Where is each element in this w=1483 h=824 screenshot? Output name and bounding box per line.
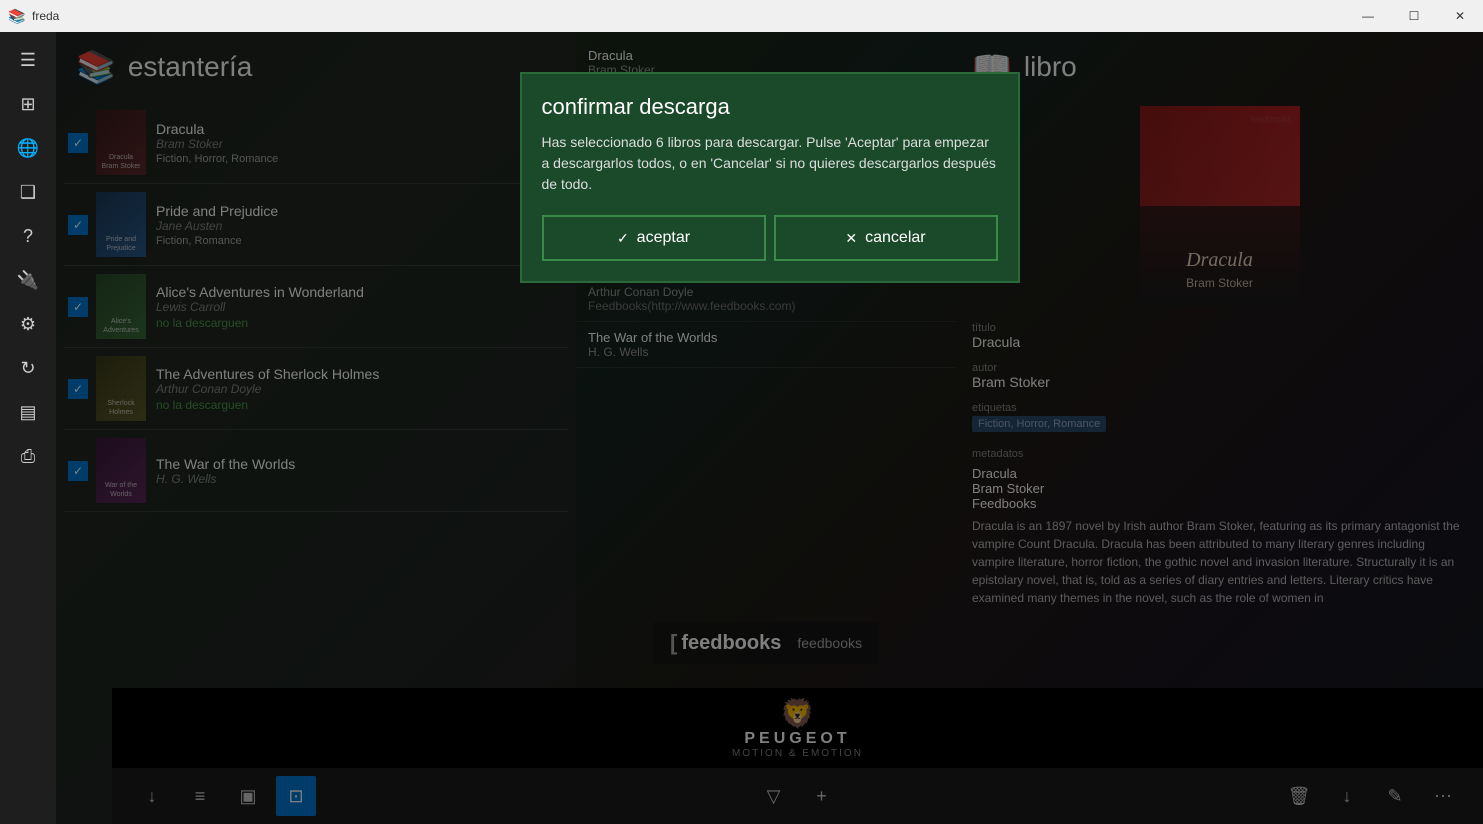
cancel-label: cancelar xyxy=(865,229,925,247)
minimize-button[interactable]: — xyxy=(1345,0,1391,32)
sidebar-item-collections[interactable]: ❑ xyxy=(8,172,48,212)
confirm-dialog: confirmar descarga Has seleccionado 6 li… xyxy=(520,72,1020,283)
sidebar-item-library[interactable]: ⊞ xyxy=(8,84,48,124)
dialog-title: confirmar descarga xyxy=(542,94,998,120)
sidebar-item-plugins[interactable]: 🔌 xyxy=(8,260,48,300)
sidebar-item-menu[interactable]: ☰ xyxy=(8,40,48,80)
accept-button[interactable]: ✓ aceptar xyxy=(542,215,766,261)
app-container: ☰ ⊞ 🌐 ❑ ? 🔌 ⚙ ↻ ▤ ⎙ 📚 estantería ✓ Dracu… xyxy=(0,32,1483,824)
sidebar-item-catalog[interactable]: 🌐 xyxy=(8,128,48,168)
sidebar-item-refresh[interactable]: ↻ xyxy=(8,348,48,388)
dialog-overlay: confirmar descarga Has seleccionado 6 li… xyxy=(56,32,1483,824)
window-controls: — ☐ ✕ xyxy=(1345,0,1483,32)
cancel-button[interactable]: ✕ cancelar xyxy=(774,215,998,261)
close-button[interactable]: ✕ xyxy=(1437,0,1483,32)
accept-icon: ✓ xyxy=(617,230,629,247)
app-title: freda xyxy=(32,9,1475,23)
sidebar-item-help[interactable]: ? xyxy=(8,216,48,256)
dialog-message: Has seleccionado 6 libros para descargar… xyxy=(542,132,998,195)
sidebar-item-settings[interactable]: ⚙ xyxy=(8,304,48,344)
dialog-buttons: ✓ aceptar ✕ cancelar xyxy=(542,215,998,261)
content-area: 📚 estantería ✓ DraculaBram Stoker Dracul… xyxy=(56,32,1483,824)
sidebar-item-storage[interactable]: ▤ xyxy=(8,392,48,432)
app-icon: 📚 xyxy=(8,8,24,24)
maximize-button[interactable]: ☐ xyxy=(1391,0,1437,32)
title-bar: 📚 freda — ☐ ✕ xyxy=(0,0,1483,32)
sidebar-item-share[interactable]: ⎙ xyxy=(8,436,48,476)
cancel-icon: ✕ xyxy=(845,230,857,247)
accept-label: aceptar xyxy=(637,229,690,247)
sidebar: ☰ ⊞ 🌐 ❑ ? 🔌 ⚙ ↻ ▤ ⎙ xyxy=(0,32,56,824)
